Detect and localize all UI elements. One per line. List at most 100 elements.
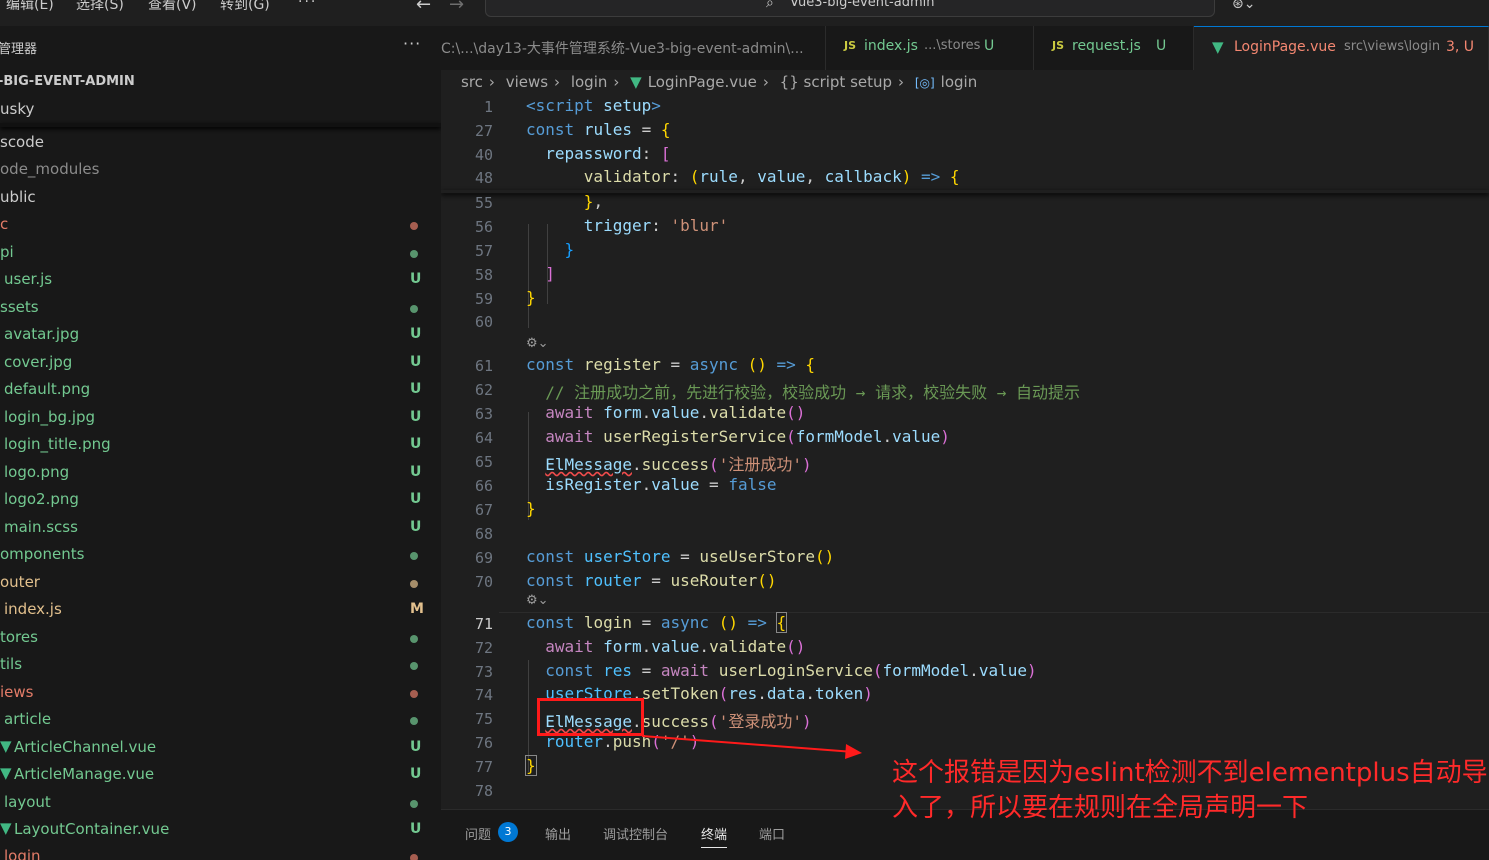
tree-item[interactable]: tores [0,625,441,652]
code-line: <script setup> [526,96,661,115]
more-actions-icon[interactable]: ··· [403,34,421,53]
vue-file-icon: ▼ [630,73,642,91]
tree-item[interactable]: ▼ LayoutContainer.vue U [0,817,441,844]
tree-item[interactable]: login [0,844,441,860]
line-number: 75 [474,710,493,728]
tree-item[interactable]: article [0,707,441,734]
line-number: 56 [474,218,493,236]
line-number: 63 [474,405,493,423]
tree-item[interactable]: login_title.png U [0,432,441,459]
tree-item-label: ode_modules [0,160,100,178]
tree-item[interactable]: outer [0,570,441,597]
line-number: 62 [474,381,493,399]
tab-request-js[interactable]: JS request.js U [1034,26,1194,70]
git-status-badge: U [410,409,422,425]
menu-go[interactable]: 转到(G) [220,0,270,14]
breadcrumb-item[interactable]: {} script setup [780,73,892,91]
tree-item[interactable]: logo2.png U [0,487,441,514]
vue-file-icon: ▼ [0,819,12,837]
code-line: isRegister.value = false [545,475,777,494]
menu-edit[interactable]: 编辑(E) [6,0,54,14]
ai-codelens-icon[interactable]: ⚙⌄ [526,593,549,608]
project-root[interactable]: -BIG-EVENT-ADMIN [0,74,135,89]
tab-ports[interactable]: 端口 [759,824,785,843]
tree-item[interactable]: index.js M [0,597,441,624]
tree-item[interactable]: cover.jpg U [0,350,441,377]
line-number: 76 [474,734,493,752]
tree-item[interactable]: ssets [0,295,441,322]
breadcrumb-item[interactable]: views [506,73,548,91]
git-status-badge: U [410,766,422,782]
tree-item[interactable]: logo.png U [0,460,441,487]
back-arrow-icon[interactable]: ← [416,0,431,15]
forward-arrow-icon[interactable]: → [449,0,464,15]
line-number: 60 [474,313,493,331]
ai-codelens-icon[interactable]: ⚙⌄ [526,336,549,351]
tree-item-label: c [0,215,9,233]
tab-loginpage-vue[interactable]: ▼ LoginPage.vue src\views\login 3, U [1194,26,1489,70]
tab-problems[interactable]: 问题 [465,824,491,843]
breadcrumb-item[interactable]: login [571,73,608,91]
tab-index-js[interactable]: JS index.js ...\stores U [826,26,1034,70]
tree-item[interactable]: scode [0,130,441,157]
breadcrumb-item[interactable]: LoginPage.vue [648,73,757,91]
tree-item[interactable]: ode_modules [0,157,441,184]
search-icon: ⌕ [766,0,774,11]
tree-item[interactable]: ▼ ArticleManage.vue U [0,762,441,789]
code-line: const login = async () => { [526,612,788,633]
menu-selection[interactable]: 选择(S) [76,0,124,14]
line-number: 78 [474,782,493,800]
tree-item-label: pi [0,243,14,261]
git-status-badge: M [410,601,424,617]
line-number: 55 [474,194,493,212]
tab-debug-console[interactable]: 调试控制台 [603,824,668,843]
tree-item[interactable]: ▼ ArticleChannel.vue U [0,735,441,762]
tab-label: index.js [864,38,918,54]
tree-item-label: cover.jpg [4,353,73,371]
tab-status: 3, U [1446,39,1475,55]
git-status-badge: U [410,354,422,370]
tree-item-label: login_bg.jpg [4,408,96,426]
tree-item-label: logo2.png [4,490,79,508]
breadcrumb-item[interactable]: src [461,73,483,91]
tab-status: U [984,38,995,54]
tree-item[interactable]: user.js U [0,267,441,294]
menu-more[interactable]: ··· [298,0,317,10]
command-center-search[interactable]: ⌕ Vue3-big-event-admin [485,0,1215,17]
copilot-icon[interactable]: ⊛⌄ [1232,0,1255,12]
tab-output[interactable]: 输出 [545,824,571,843]
tree-item[interactable]: iews [0,680,441,707]
git-status-badge: U [410,739,422,755]
line-number: 70 [474,573,493,591]
menu-view[interactable]: 查看(V) [148,0,197,14]
tree-item[interactable]: avatar.jpg U [0,322,441,349]
tree-item[interactable]: ublic [0,185,441,212]
code-line: // 注册成功之前，先进行校验，校验成功 → 请求，校验失败 → 自动提示 [545,383,1080,402]
tree-item[interactable]: login_bg.jpg U [0,405,441,432]
annotation-text: 这个报错是因为eslint检测不到elementplus自动导入了，所以要在规则… [892,758,1488,823]
status-dot [410,717,418,725]
status-dot [410,854,418,860]
tree-item-label: default.png [4,380,91,398]
tree-item[interactable]: default.png U [0,377,441,404]
vue-file-icon: ▼ [0,737,12,755]
tab-terminal[interactable]: 终端 [701,824,728,848]
tree-item[interactable]: layout [0,790,441,817]
tree-item[interactable]: omponents [0,542,441,569]
tree-item-label: LayoutContainer.vue [14,820,170,838]
tree-item[interactable]: c [0,212,441,239]
explorer-sidebar: 管理器 ··· -BIG-EVENT-ADMIN usky scode ode_mo… [0,26,441,860]
tree-item[interactable]: pi [0,240,441,267]
tree-item-label: ssets [0,298,39,316]
breadcrumb-item[interactable]: login [941,73,978,91]
git-status-badge: U [410,436,422,452]
tree-item[interactable]: tils [0,652,441,679]
line-number: 66 [474,477,493,495]
tree-item-label: outer [0,573,40,591]
tree-item[interactable]: main.scss U [0,515,441,542]
tree-item-label: tores [0,628,38,646]
tab-readme[interactable]: C:\...\day13-大事件管理系统-Vue3-big-event-admi… [441,26,826,70]
tree-item-label: logo.png [4,463,70,481]
tree-item[interactable]: usky [0,97,441,124]
tree-item-label: tils [0,655,23,673]
